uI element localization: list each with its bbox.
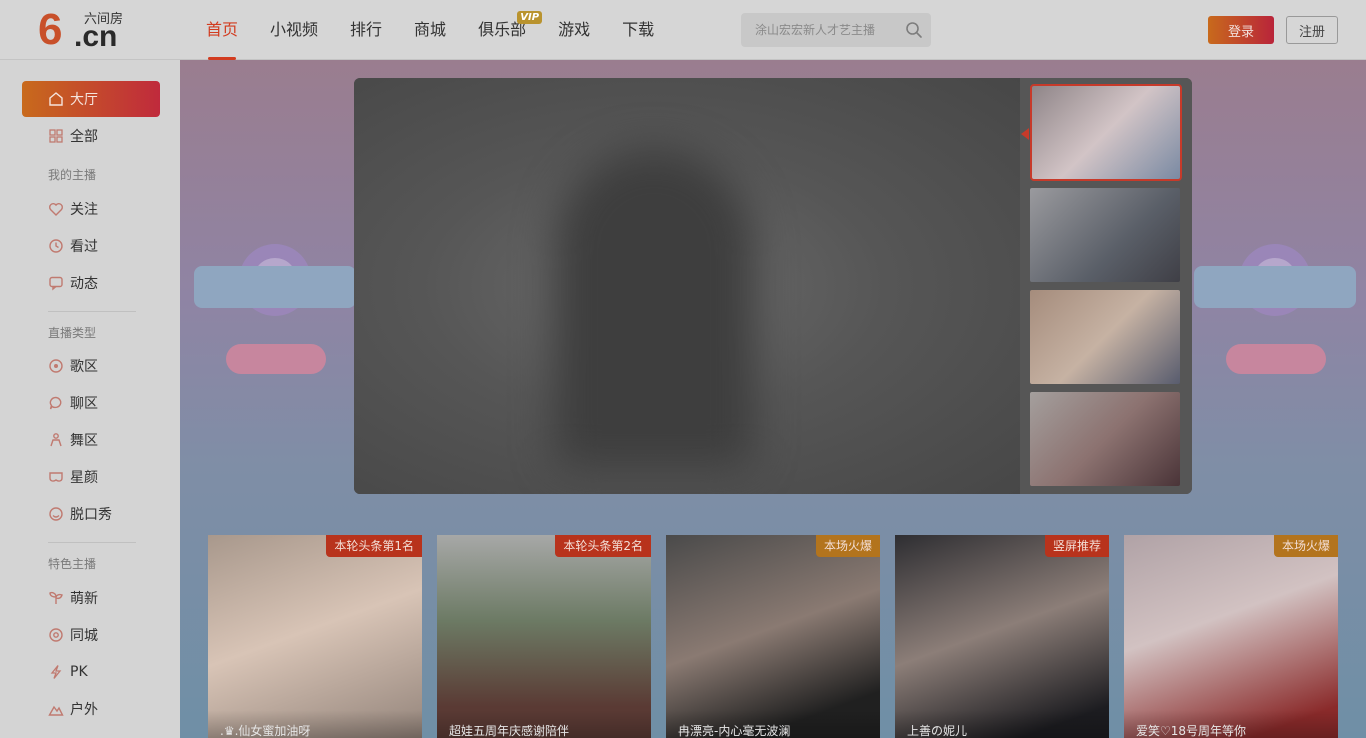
sidebar-divider	[48, 542, 136, 543]
logo-mark: 6	[38, 5, 63, 54]
logo-domain: .cn	[74, 20, 118, 53]
login-button[interactable]: 登录	[1208, 16, 1274, 44]
search-input[interactable]	[741, 13, 897, 47]
heart-icon	[48, 201, 64, 217]
sidebar-item-face[interactable]: 星颜	[22, 459, 160, 495]
sidebar-item-hall[interactable]: 大厅	[22, 81, 160, 117]
sidebar-divider	[48, 311, 136, 312]
grid-icon	[48, 128, 64, 144]
vip-badge: VIP	[517, 11, 543, 24]
nav-games[interactable]: 游戏	[542, 0, 606, 60]
stream-thumbnail[interactable]	[1030, 188, 1180, 282]
card-tag: 本场火爆	[815, 535, 880, 557]
stream-card[interactable]: 本场火爆 爱笑♡18号周年等你	[1124, 535, 1338, 738]
card-name: 超娃五周年庆感谢陪伴	[449, 724, 570, 738]
card-name: 爱笑♡18号周年等你	[1136, 724, 1247, 738]
stream-card[interactable]: 本场火爆 冉漂亮-内心毫无波澜	[666, 535, 880, 738]
sidebar-item-song[interactable]: 歌区	[22, 348, 160, 384]
sidebar-item-viewed[interactable]: 看过	[22, 228, 160, 264]
location-icon	[48, 627, 64, 643]
spring-festival-banner-right[interactable]	[1190, 220, 1360, 390]
stream-card[interactable]: 竖屏推荐 上善の妮儿	[895, 535, 1109, 738]
sidebar-item-newbie[interactable]: 萌新	[22, 580, 160, 616]
sidebar-item-outdoor[interactable]: 户外	[22, 691, 160, 727]
sidebar-item-dance[interactable]: 舞区	[22, 422, 160, 458]
live-player	[354, 78, 1192, 494]
dancer-icon	[48, 432, 64, 448]
stream-thumbnail[interactable]	[1030, 392, 1180, 486]
home-icon	[48, 91, 64, 107]
card-tag: 竖屏推荐	[1044, 535, 1109, 557]
nav-download[interactable]: 下载	[606, 0, 670, 60]
search-icon[interactable]	[905, 21, 923, 39]
register-button[interactable]: 注册	[1286, 16, 1338, 44]
stream-card[interactable]: 本轮头条第2名 超娃五周年庆感谢陪伴	[437, 535, 651, 738]
card-name: 上善の妮儿	[907, 724, 968, 738]
sidebar-heading-mine: 我的主播	[48, 168, 97, 182]
stream-thumbnail[interactable]	[1030, 84, 1182, 181]
spring-festival-banner-left[interactable]	[190, 220, 360, 390]
clock-icon	[48, 238, 64, 254]
live-video[interactable]	[354, 78, 1020, 494]
mountain-icon	[48, 701, 64, 717]
nav-home[interactable]: 首页	[190, 0, 254, 60]
stream-card[interactable]: 本轮头条第1名 .♛.仙女蜜加油呀	[208, 535, 422, 738]
sidebar-item-all[interactable]: 全部	[22, 118, 160, 154]
selected-arrow-icon	[1021, 128, 1029, 140]
sprout-icon	[48, 590, 64, 606]
card-tag: 本轮头条第2名	[555, 535, 651, 557]
nav-club[interactable]: 俱乐部 VIP	[462, 0, 543, 60]
lightning-icon	[48, 664, 64, 680]
sidebar-heading-special: 特色主播	[48, 557, 97, 571]
streamer-preview	[554, 148, 754, 468]
stream-thumbnail[interactable]	[1030, 290, 1180, 384]
card-name: 冉漂亮-内心毫无波澜	[678, 724, 791, 738]
card-tag: 本场火爆	[1273, 535, 1338, 557]
sidebar-item-local[interactable]: 同城	[22, 617, 160, 653]
nav-short-video[interactable]: 小视频	[254, 0, 334, 60]
sidebar-item-follow[interactable]: 关注	[22, 191, 160, 227]
smile-icon	[48, 506, 64, 522]
sidebar-item-moments[interactable]: 动态	[22, 265, 160, 301]
card-tag: 本轮头条第1名	[326, 535, 422, 557]
main-content: 本轮头条第1名 .♛.仙女蜜加油呀 本轮头条第2名 超娃五周年庆感谢陪伴 本场火…	[180, 60, 1366, 738]
site-logo[interactable]: 6 六间房 .cn	[38, 8, 138, 54]
sidebar-item-chat[interactable]: 聊区	[22, 385, 160, 421]
chat-bubble-icon	[48, 395, 64, 411]
card-name: .♛.仙女蜜加油呀	[220, 724, 311, 738]
message-icon	[48, 275, 64, 291]
mask-icon	[48, 469, 64, 485]
nav-ranking[interactable]: 排行	[334, 0, 398, 60]
music-icon	[48, 358, 64, 374]
top-header: 6 六间房 .cn 首页 小视频 排行 商城 俱乐部 VIP 游戏 下载 登录 …	[0, 0, 1366, 60]
sidebar-item-pk[interactable]: PK	[22, 654, 160, 690]
main-nav: 首页 小视频 排行 商城 俱乐部 VIP 游戏 下载	[190, 0, 670, 60]
stream-thumbnail-list	[1020, 78, 1192, 494]
search-box	[741, 13, 931, 47]
sidebar: 大厅 全部 我的主播 关注 看过 动态 直播类型 歌区 聊区 舞区 星颜 脱口秀…	[0, 60, 180, 738]
sidebar-item-talk[interactable]: 脱口秀	[22, 496, 160, 532]
sidebar-heading-types: 直播类型	[48, 326, 97, 340]
nav-mall[interactable]: 商城	[398, 0, 462, 60]
